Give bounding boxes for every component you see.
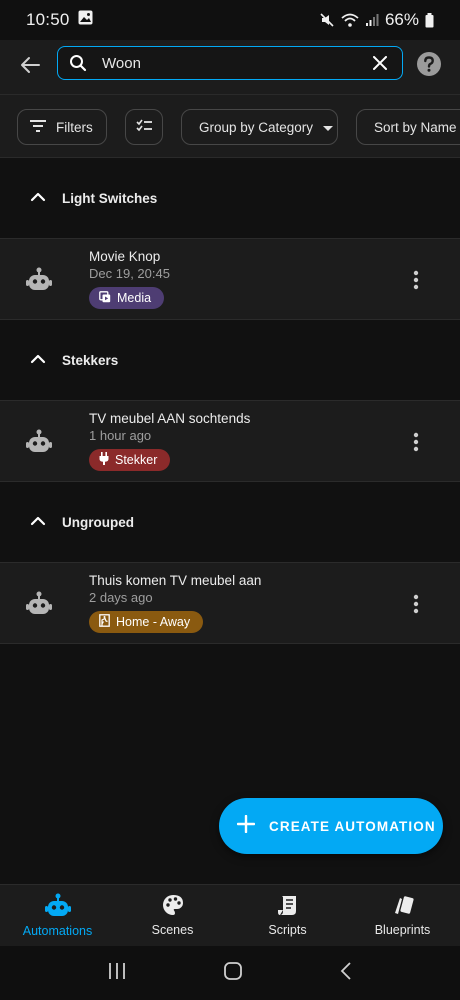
filter-chip-row: Filters Group by Category Sort by Name [0,94,460,158]
more-vertical-icon [413,594,419,614]
plus-icon [236,814,256,838]
more-vertical-icon [413,270,419,290]
help-icon [417,52,441,76]
search-icon [58,54,98,72]
mute-icon [319,12,335,28]
create-automation-button[interactable]: CREATE AUTOMATION [219,798,443,854]
nav-label: Scenes [151,923,194,937]
search-input[interactable] [98,54,358,72]
group-title: Ungrouped [62,514,134,530]
nav-label: Scripts [268,923,307,937]
automation-row[interactable]: Thuis komen TV meubel aan 2 days ago Hom… [0,562,460,644]
more-vertical-icon [413,432,419,452]
sort-by-chip-label: Sort by Name [374,119,457,135]
help-button[interactable] [416,51,442,77]
clear-icon [373,56,387,70]
more-options-button[interactable] [406,267,426,293]
home-button[interactable] [223,961,243,986]
nav-automations[interactable]: Automations [0,885,115,946]
search-box[interactable] [57,46,403,80]
chevron-left-icon [340,961,351,980]
system-back-button[interactable] [340,961,352,986]
chevron-up-icon [30,351,46,369]
group-by-chip-label: Group by Category [199,119,314,135]
gallery-icon [78,10,93,30]
recent-apps-icon [109,962,126,979]
plug-icon [99,452,109,468]
checklist-icon [136,119,153,136]
label-badge: Stekker [89,449,171,471]
palette-icon [162,894,184,919]
nav-scenes[interactable]: Scenes [115,885,230,946]
group-by-chip[interactable]: Group by Category [181,109,338,145]
nav-scripts[interactable]: Scripts [230,885,345,946]
door-icon [99,614,110,630]
signal-icon [365,13,379,27]
sort-by-chip[interactable]: Sort by Name [356,109,460,145]
group-header[interactable]: Ungrouped [0,482,460,562]
group-title: Light Switches [62,190,158,206]
label-badge: Home - Away [89,611,204,633]
blueprint-icon [392,894,414,919]
chevron-up-icon [30,513,46,531]
status-time: 10:50 [26,10,70,29]
wifi-icon [341,13,359,28]
filters-chip-label: Filters [56,119,93,135]
create-automation-label: CREATE AUTOMATION [269,818,436,834]
clear-search-button[interactable] [358,56,402,70]
label-badge-text: Media [117,291,152,305]
battery-icon [425,12,434,28]
group-header[interactable]: Stekkers [0,320,460,400]
system-navigation-bar [0,946,460,1000]
media-icon [99,290,111,306]
robot-icon [26,429,52,458]
multi-select-chip[interactable] [125,109,163,145]
script-icon [277,894,299,919]
bottom-navigation: Automations Scenes Scripts Blueprints [0,884,460,946]
robot-icon [44,893,71,920]
label-badge: Media [89,287,165,309]
automation-row[interactable]: TV meubel AAN sochtends 1 hour ago Stekk… [0,400,460,482]
home-icon [224,961,242,980]
nav-label: Blueprints [374,923,431,937]
automation-name: TV meubel AAN sochtends [89,411,251,426]
group-title: Stekkers [62,352,119,368]
chevron-down-icon [323,120,334,135]
back-arrow-icon [19,54,41,81]
automation-name: Movie Knop [89,249,161,264]
battery-text: 66% [384,10,419,29]
automation-row[interactable]: Movie Knop Dec 19, 20:45 Media [0,238,460,320]
label-badge-text: Stekker [115,453,158,467]
nav-blueprints[interactable]: Blueprints [345,885,460,946]
robot-icon [26,267,52,296]
back-button[interactable] [0,40,60,94]
more-options-button[interactable] [406,591,426,617]
automation-name: Thuis komen TV meubel aan [89,573,262,588]
recent-apps-button[interactable] [108,962,126,985]
automation-list: Light Switches Movie Knop Dec 19, 20:45 … [0,158,460,644]
label-badge-text: Home - Away [116,615,191,629]
top-app-bar [0,40,460,94]
robot-icon [26,591,52,620]
filter-icon [30,119,46,135]
nav-label: Automations [22,924,93,938]
status-bar: 10:50 66% [0,0,460,40]
automation-last-triggered: Dec 19, 20:45 [89,266,170,281]
automation-last-triggered: 1 hour ago [89,428,152,443]
automation-last-triggered: 2 days ago [89,590,153,605]
more-options-button[interactable] [406,429,426,455]
filters-chip[interactable]: Filters [17,109,107,145]
group-header[interactable]: Light Switches [0,158,460,238]
chevron-up-icon [30,189,46,207]
